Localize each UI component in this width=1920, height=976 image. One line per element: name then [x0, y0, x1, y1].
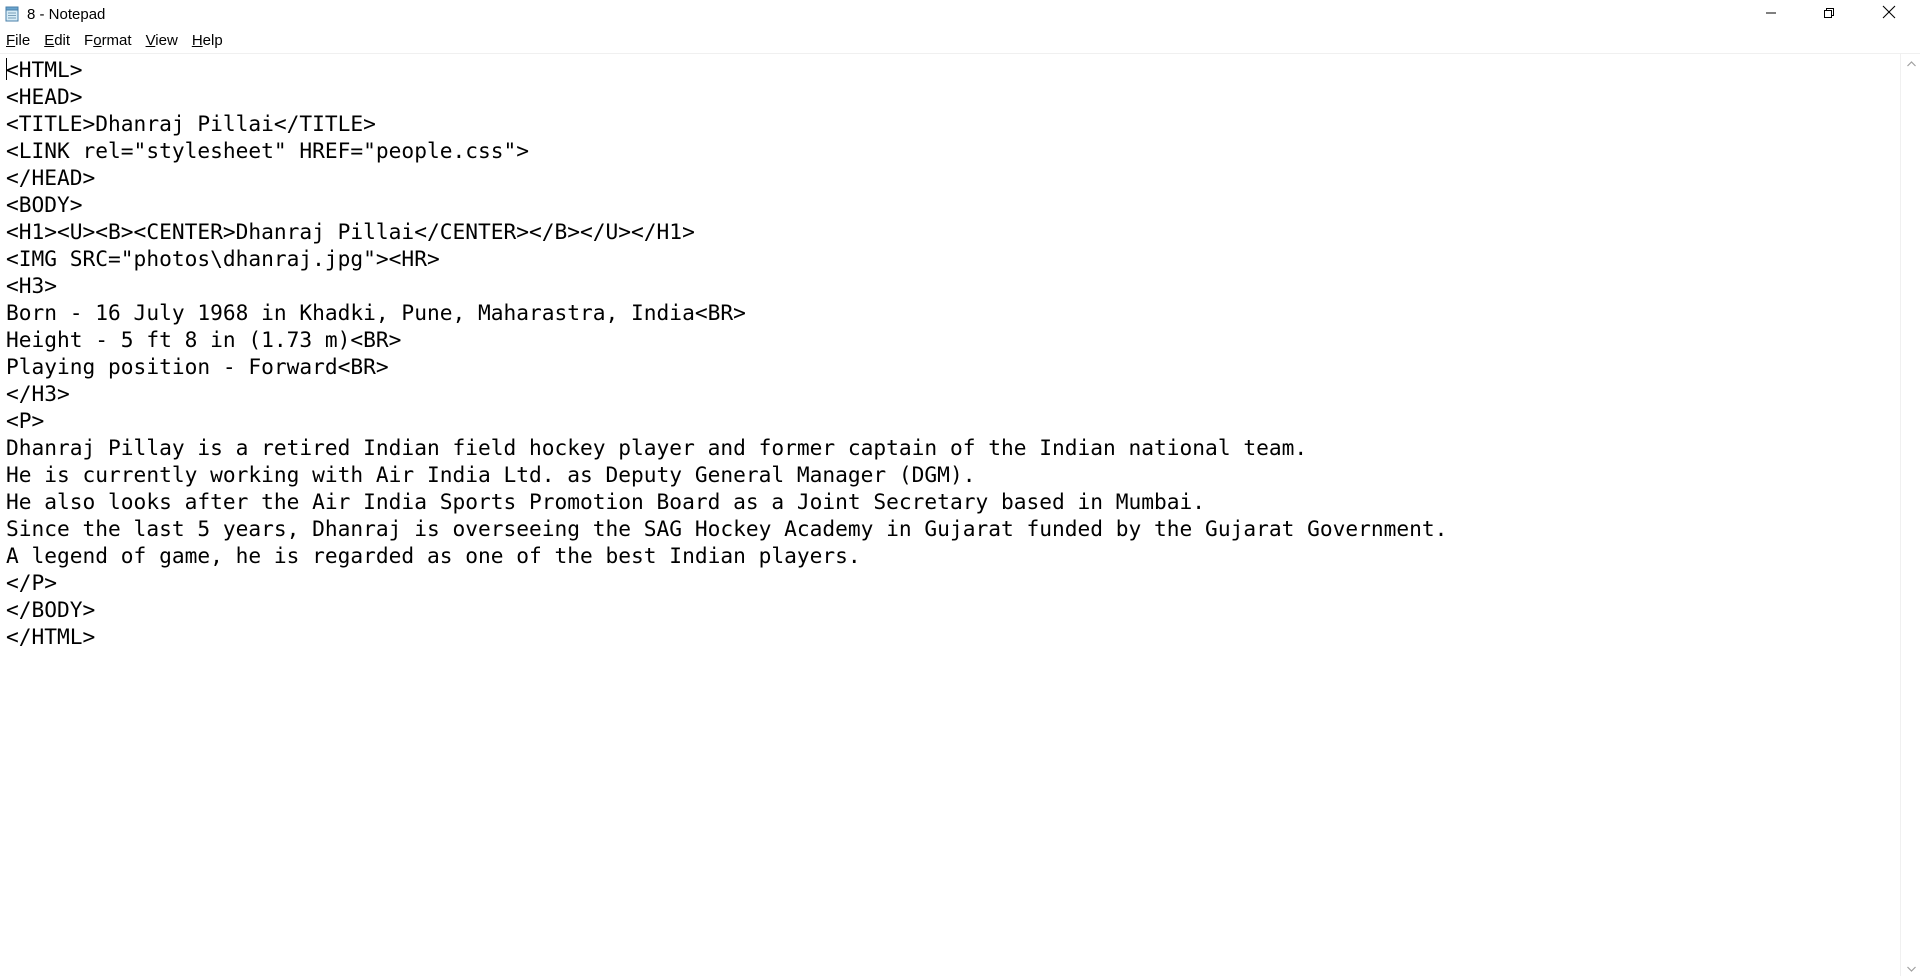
menu-help[interactable]: Help [185, 29, 230, 53]
title-bar[interactable]: 8 - Notepad [0, 0, 1920, 29]
minimize-icon [1765, 6, 1777, 24]
window-title: 8 - Notepad [27, 6, 106, 23]
scroll-down-button[interactable] [1901, 959, 1920, 976]
scroll-up-button[interactable] [1901, 54, 1920, 71]
menu-bar: File Edit Format View Help [0, 29, 1920, 54]
notepad-icon[interactable] [5, 6, 19, 22]
menu-file[interactable]: File [0, 29, 37, 53]
editor-text[interactable]: <HTML> <HEAD> <TITLE>Dhanraj Pillai</TIT… [6, 56, 1447, 650]
minimize-button[interactable] [1742, 0, 1800, 29]
text-editor[interactable]: <HTML> <HEAD> <TITLE>Dhanraj Pillai</TIT… [0, 54, 1900, 976]
chevron-down-icon [1906, 959, 1916, 976]
close-icon [1882, 5, 1896, 24]
close-button[interactable] [1858, 0, 1920, 29]
notepad-window: 8 - Notepad File Edit Format View Help <… [0, 0, 1920, 976]
menu-format[interactable]: Format [77, 29, 139, 53]
chevron-up-icon [1906, 54, 1916, 72]
restore-icon [1823, 6, 1835, 24]
restore-button[interactable] [1800, 0, 1858, 29]
vertical-scrollbar[interactable] [1900, 54, 1920, 976]
text-caret [6, 58, 7, 80]
menu-view[interactable]: View [139, 29, 185, 53]
menu-edit[interactable]: Edit [37, 29, 77, 53]
